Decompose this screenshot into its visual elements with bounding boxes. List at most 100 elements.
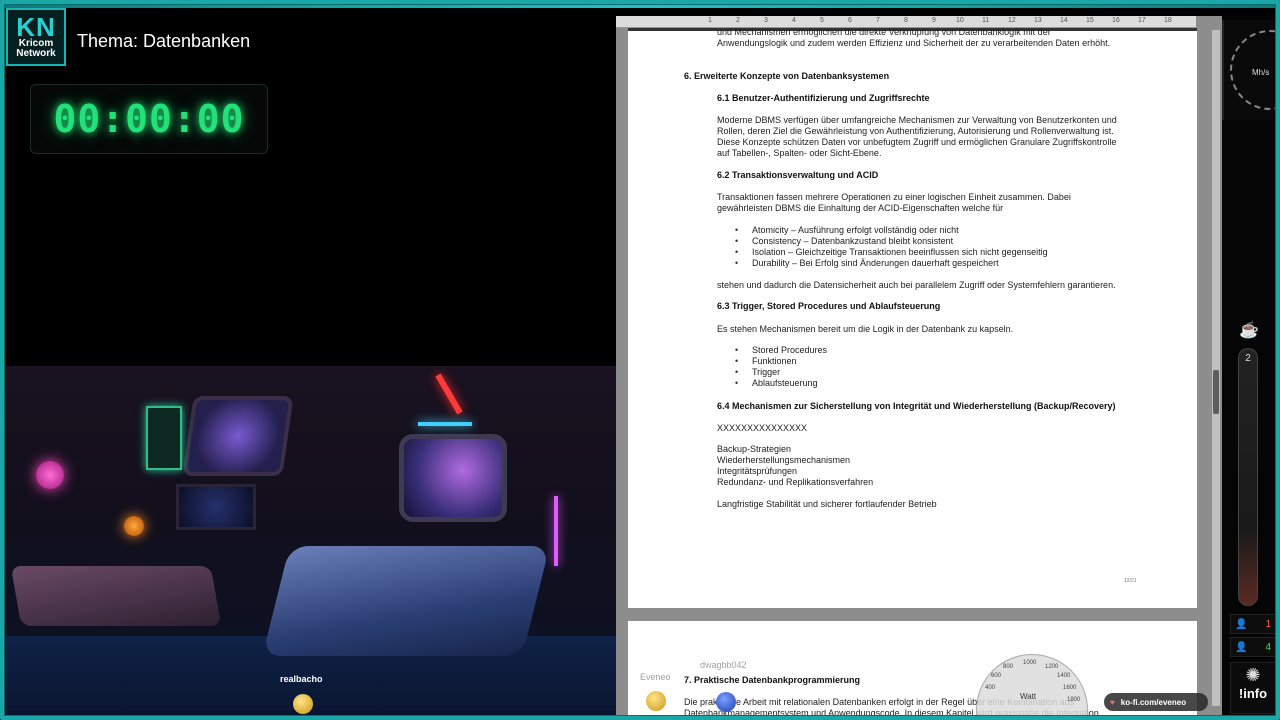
doc-line: gewährleisten DBMS die Einhaltung der AC… [717, 203, 1004, 213]
doc-line: Integritätsprüfungen [717, 466, 798, 476]
ruler-tick: 11 [982, 17, 990, 24]
heading-6-4: 6.4 Mechanismen zur Sicherstellung von I… [717, 401, 1116, 411]
kofi-badge[interactable]: ♥ ko-fi.com/eveneo [1104, 693, 1208, 711]
ruler-tick: 12 [1008, 17, 1016, 24]
watt-label: Watt [1020, 692, 1037, 701]
scene-window-left [182, 396, 294, 476]
watt-tick: 1200 [1045, 664, 1059, 670]
scene-window-lower [176, 484, 256, 530]
neon-purple-light [554, 496, 558, 566]
ruler-tick: 8 [904, 17, 908, 24]
user-avatar-dot [293, 694, 313, 714]
ruler-tick: 1 [708, 17, 712, 24]
heading-7: 7. Praktische Datenbankprogrammierung [684, 675, 861, 685]
doc-line: Es stehen Mechanismen bereit um die Logi… [717, 324, 1014, 334]
doc-line: Langfristige Stabilität und sicherer for… [717, 499, 937, 509]
ruler-tick: 17 [1138, 17, 1146, 24]
ruler-tick: 5 [820, 17, 824, 24]
scene-wall-screen [146, 406, 182, 470]
cup-icon: ♥ [1110, 697, 1115, 707]
scene-porthole [399, 434, 507, 522]
top-accent-bar [0, 0, 1280, 8]
watt-tick: 800 [1003, 664, 1014, 670]
ghost-label: dwagbb042 [700, 660, 747, 670]
person-icon: 👤 [1235, 618, 1248, 630]
heading-6-3: 6.3 Trigger, Stored Procedures und Ablau… [717, 301, 941, 311]
neon-red-light [435, 373, 463, 415]
timer-widget: 00:00:00 [30, 84, 268, 154]
heading-6: 6. Erweiterte Konzepte von Datenbanksyst… [684, 71, 890, 81]
watt-tick: 1800 [1067, 697, 1081, 703]
ruler-tick: 13 [1034, 17, 1042, 24]
background-scene [6, 366, 616, 716]
coffee-icon: ☕ [1239, 322, 1259, 339]
ghost-label: Eveneo [640, 672, 671, 682]
doc-line: Backup-Strategien [717, 444, 792, 454]
list-item: Durability – Bei Erfolg sind Änderungen … [735, 258, 999, 269]
ruler-tick: 6 [848, 17, 852, 24]
list-item: Trigger [735, 367, 780, 378]
avatar-dot-blue [716, 692, 736, 712]
scene-side-bed [10, 566, 222, 626]
sparkle-icon: ✺ [1245, 665, 1261, 685]
ruler-tick: 15 [1086, 17, 1094, 24]
doc-line: Rollen, deren Ziel die Gewährleistung vo… [717, 126, 1114, 136]
stat-viewers: 👤 1 [1230, 614, 1276, 634]
stat-followers: 👤 4 [1230, 637, 1276, 657]
info-widget[interactable]: ✺ !info [1230, 662, 1276, 714]
ruler-tick: 9 [932, 17, 936, 24]
document-page[interactable]: und Mechanismen ermöglichen die direkte … [628, 27, 1197, 608]
ruler-tick: 10 [956, 17, 964, 24]
heading-6-2: 6.2 Transaktionsverwaltung und ACID [717, 170, 879, 180]
progress-tube: 2 [1238, 348, 1258, 606]
watt-tick: 1000 [1023, 660, 1037, 666]
scrollbar-thumb[interactable] [1213, 370, 1219, 414]
doc-line: Moderne DBMS verfügen über umfangreiche … [717, 115, 1117, 125]
info-label: !info [1238, 686, 1268, 701]
doc-line: Transaktionen fassen mehrere Operationen… [717, 192, 1071, 202]
tube-count: 2 [1245, 353, 1251, 364]
logo-initials: KN [16, 12, 56, 42]
avatar-dot-yellow [646, 691, 666, 711]
ruler-tick: 7 [876, 17, 880, 24]
ruler-tick: 2 [736, 17, 740, 24]
watt-tick: 1400 [1057, 673, 1071, 679]
watt-tick: 600 [991, 673, 1002, 679]
stream-topic: Thema: Datenbanken [77, 31, 251, 51]
placeholder-text: XXXXXXXXXXXXXXX [717, 423, 808, 433]
kricom-network-logo: KN Kricom Network [6, 8, 66, 66]
list-item: Atomicity – Ausführung erfolgt vollständ… [735, 225, 959, 236]
page-number: 12/21 [1124, 578, 1137, 584]
doc-line: Anwendungslogik und zudem werden Effizie… [717, 38, 1111, 48]
watt-tick: 1600 [1063, 685, 1077, 691]
ruler-tick: 14 [1060, 17, 1068, 24]
gauge-label: Mh/s [1252, 68, 1270, 77]
scene-bed [262, 546, 550, 656]
doc-line: Diese Konzepte schützen Daten vor unbefu… [717, 137, 1117, 147]
orange-lamp [124, 516, 144, 536]
list-item: Ablaufsteuerung [735, 378, 817, 389]
list-item: Stored Procedures [735, 345, 827, 356]
camera-username: realbacho [280, 674, 323, 684]
doc-line: stehen und dadurch die Datensicherheit a… [717, 280, 1116, 290]
document-viewer[interactable]: 1 2 3 4 5 6 7 8 9 10 11 12 13 14 15 16 1… [616, 16, 1222, 720]
doc-line: und Mechanismen ermöglichen die direkte … [717, 27, 1051, 37]
stat-value: 1 [1265, 618, 1271, 630]
timer-display: 00:00:00 [53, 97, 245, 141]
watt-tick: 400 [985, 685, 996, 691]
ruler-tick: 4 [792, 17, 796, 24]
ruler-tick: 18 [1164, 17, 1172, 24]
pink-lamp [36, 461, 64, 489]
logo-name: Kricom Network [16, 38, 56, 59]
document-scrollbar[interactable] [1212, 30, 1220, 706]
ruler-tick: 16 [1112, 17, 1120, 24]
stat-value: 4 [1265, 641, 1271, 653]
heading-6-1: 6.1 Benutzer-Authentifizierung und Zugri… [717, 93, 930, 103]
ruler-tick: 3 [764, 17, 768, 24]
doc-line: Wiederherstellungsmechanismen [717, 455, 851, 465]
person-icon: 👤 [1235, 641, 1248, 653]
list-item: Consistency – Datenbankzustand bleibt ko… [735, 236, 953, 247]
list-item: Funktionen [735, 356, 796, 367]
doc-line: Redundanz- und Replikationsverfahren [717, 477, 874, 487]
kofi-link: ko-fi.com/eveneo [1120, 697, 1187, 707]
